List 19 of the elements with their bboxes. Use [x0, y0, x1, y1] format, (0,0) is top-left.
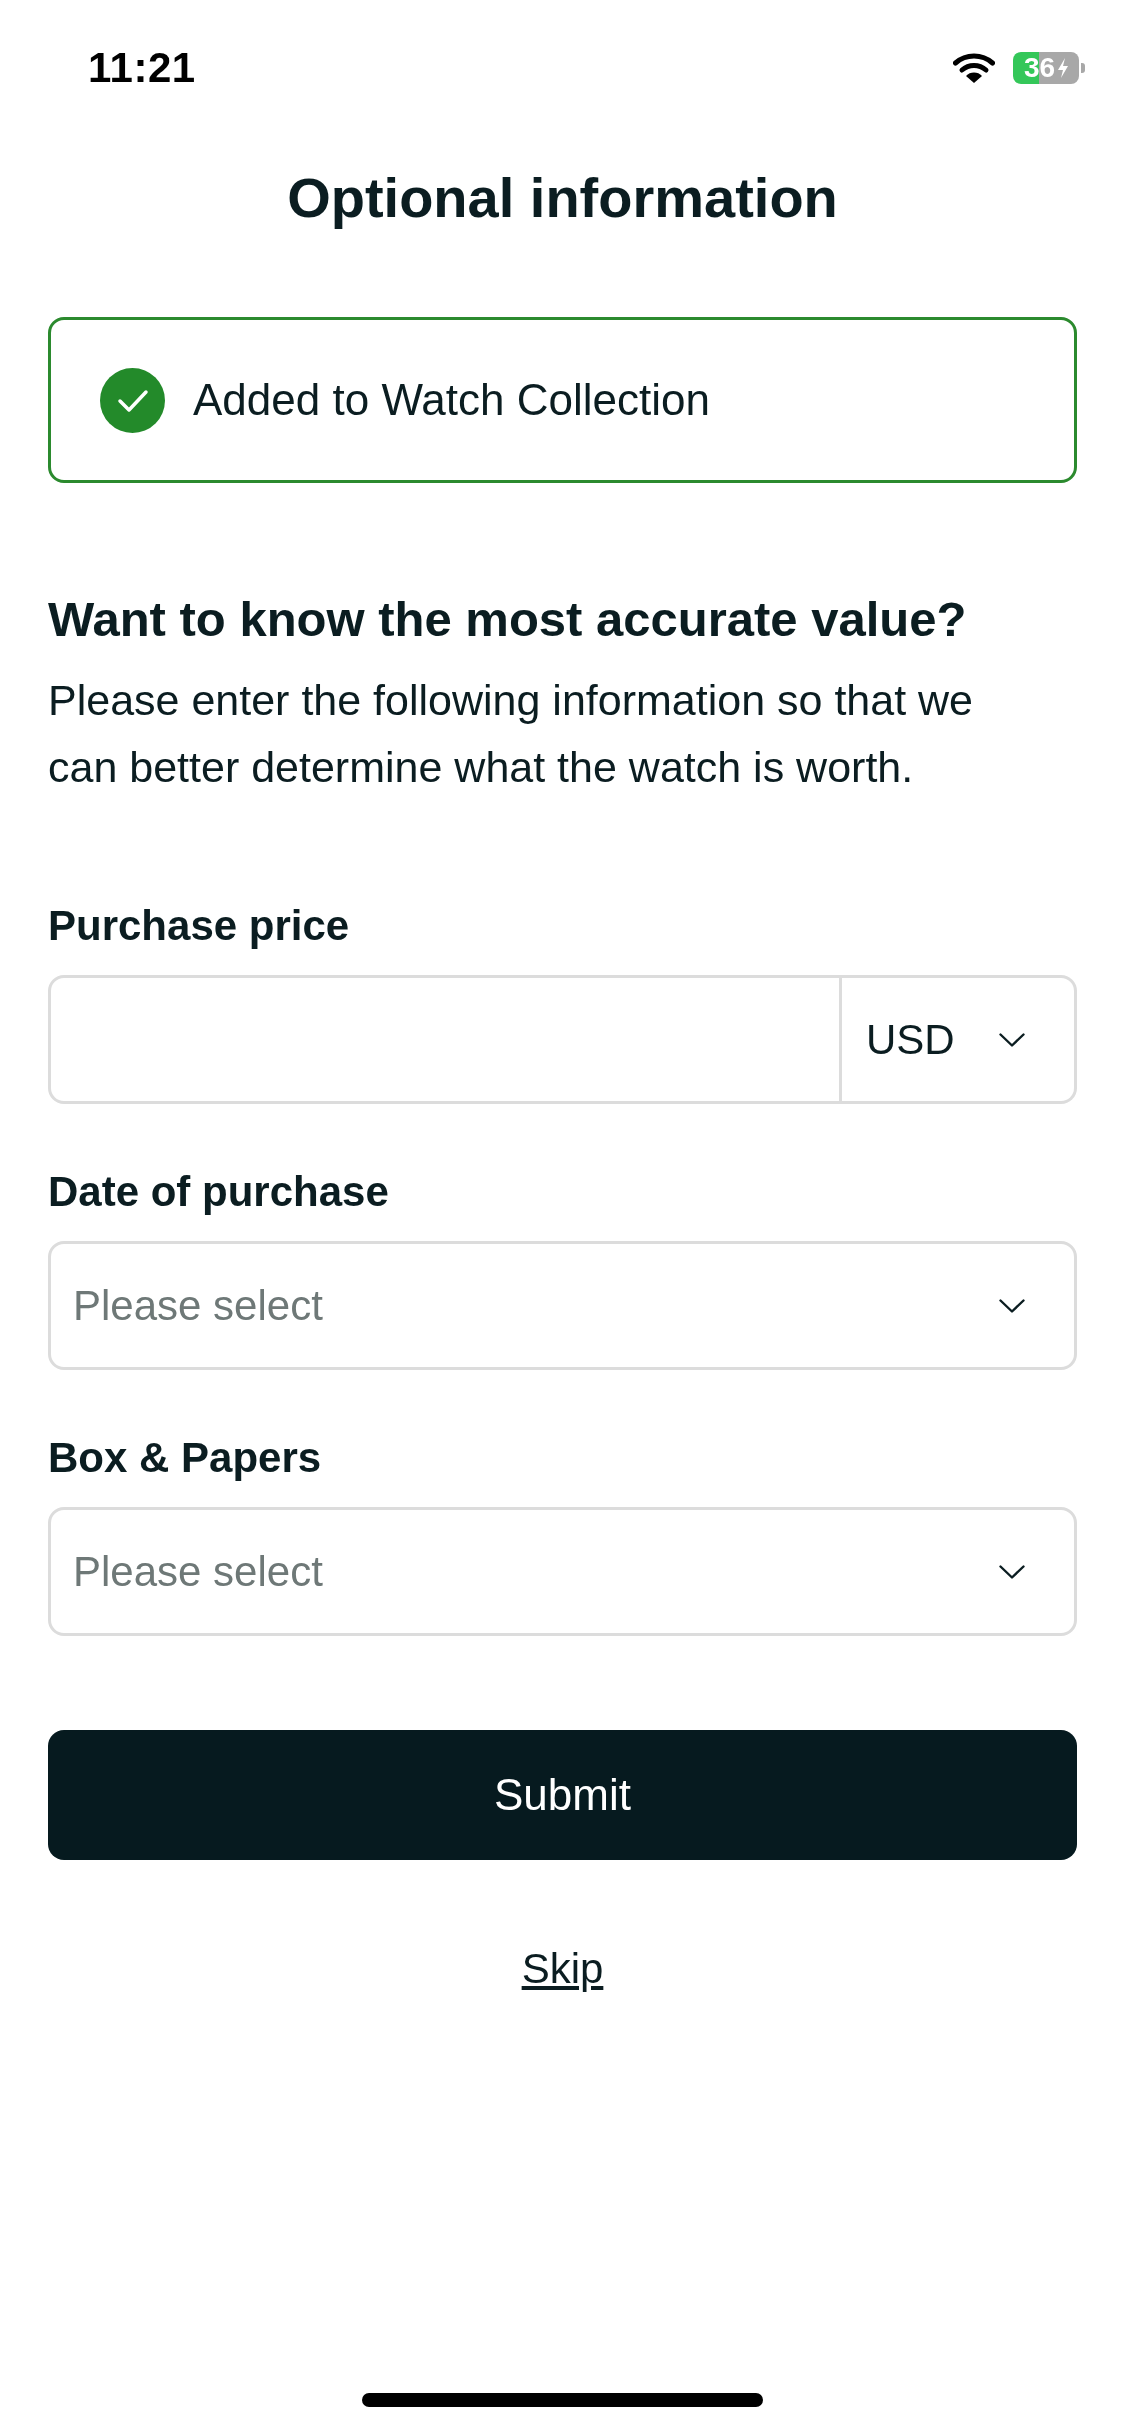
check-circle-icon	[100, 367, 165, 433]
status-time: 11:21	[88, 44, 196, 92]
submit-button[interactable]: Submit	[48, 1730, 1077, 1860]
chevron-down-icon	[999, 1298, 1025, 1313]
section-heading: Want to know the most accurate value?	[48, 591, 967, 647]
banner-message: Added to Watch Collection	[193, 375, 710, 425]
chevron-down-icon	[999, 1564, 1025, 1579]
dropdown-select[interactable]: Please select	[48, 1507, 1077, 1636]
page-title: Optional information	[287, 165, 838, 230]
chevron-down-icon	[999, 1032, 1025, 1047]
dropdown-select[interactable]: Please select	[48, 1241, 1077, 1370]
wifi-icon	[953, 52, 995, 84]
section-description: Please enter the following information so that we can better determine what the watch is worth.	[48, 675, 975, 793]
price-input[interactable]	[48, 975, 842, 1104]
field-label: Box & Papers	[48, 1433, 322, 1483]
currency-select[interactable]: USD	[842, 975, 1077, 1104]
skip-link[interactable]: Skip	[521, 1944, 604, 1994]
field-label: Date of purchase	[48, 1167, 389, 1217]
field-label: Purchase price	[48, 901, 350, 951]
